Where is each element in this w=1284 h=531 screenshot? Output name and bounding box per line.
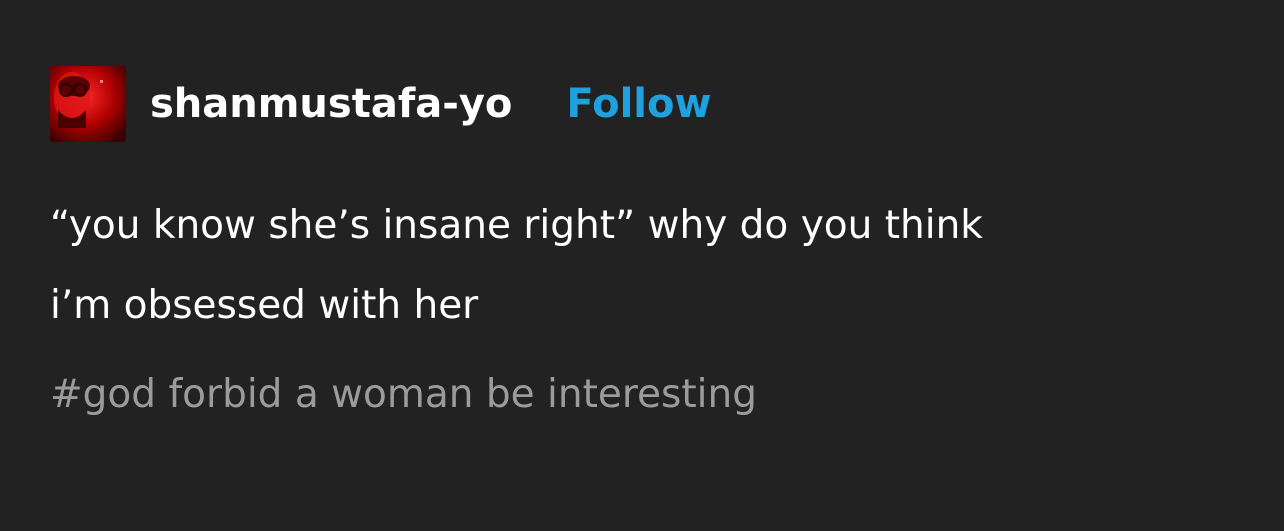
username[interactable]: shanmustafa-yo — [150, 84, 512, 124]
post-tags: #god forbid a woman be interesting — [50, 370, 757, 420]
post-card: shanmustafa-yo Follow “you know she’s in… — [0, 0, 1284, 531]
tag-link[interactable]: #god forbid a woman be interesting — [50, 372, 757, 417]
post-body-line: “you know she’s insane right” why do you… — [50, 203, 983, 248]
follow-button[interactable]: Follow — [566, 84, 711, 124]
post-body: “you know she’s insane right” why do you… — [50, 186, 1250, 346]
avatar[interactable] — [50, 66, 126, 142]
post-body-line: i’m obsessed with her — [50, 283, 479, 328]
post-header: shanmustafa-yo Follow — [50, 66, 711, 142]
avatar-image — [50, 66, 126, 142]
